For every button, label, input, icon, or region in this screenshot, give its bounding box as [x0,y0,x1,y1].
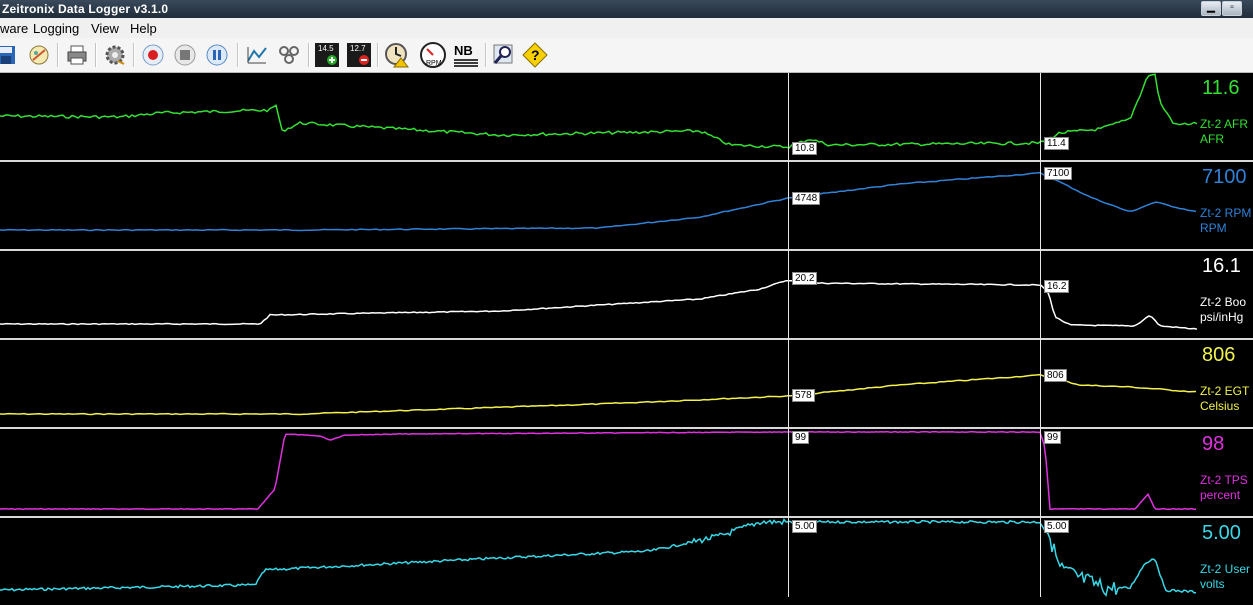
afr-current-value: 11.6 [1202,77,1240,99]
svg-text:NB: NB [454,43,473,58]
tps-current-value: 98 [1202,433,1225,455]
tps-line [0,430,1196,511]
boost-panel: 16.1 Zt-2 Boo psi/inHg [0,251,1253,338]
cursor-a-tps-label: 99 [792,431,810,444]
toolbar-separator [308,43,310,67]
user-current-value: 5.00 [1202,522,1241,544]
cursor-b-tps-label: 99 [1044,431,1062,444]
svg-text:RPM: RPM [426,60,442,67]
toolbar-separator [237,43,239,67]
chart-area[interactable]: 11.6 Zt-2 AFR AFR 7100 Zt-2 RPM RPM 16.1… [0,73,1253,597]
toolbar-separator [377,43,379,67]
settings-gear-icon[interactable] [101,41,129,69]
user-line [0,518,1196,597]
menu-logging[interactable]: Logging [33,21,79,36]
pause-icon[interactable] [203,41,231,69]
boost-trace [0,279,1198,330]
window-title: Zeitronix Data Logger v3.1.0 [2,2,169,16]
afr-channel-unit: AFR [1200,132,1224,146]
svg-text:12.7: 12.7 [350,44,366,53]
cursor-a-user-label: 5.00 [792,520,818,533]
egt-current-value: 806 [1202,344,1236,366]
save-icon[interactable] [0,41,20,69]
toolbar-separator [95,43,97,67]
toolbar-separator [57,43,59,67]
cursor-b-afr-label: 11.4 [1044,137,1069,150]
graph-icon[interactable] [243,41,271,69]
boost-current-value: 16.1 [1202,255,1241,277]
cursor-a-boost-label: 20.2 [792,272,818,285]
tps-channel-unit: percent [1200,488,1241,502]
cursor-b-line[interactable] [1040,73,1041,597]
egt-panel: 806 Zt-2 EGT Celsius [0,340,1253,427]
boost-channel-unit: psi/inHg [1200,310,1244,324]
menu-help[interactable]: Help [130,21,157,36]
nb-icon[interactable]: NB [452,41,480,69]
egt-trace [0,373,1197,416]
cursor-b-boost-label: 16.2 [1044,280,1070,293]
maximize-button[interactable]: ▫ [1222,1,1242,16]
minimize-button[interactable]: ▁ [1201,1,1221,16]
toolbar: 14.5 12.7 RPM NB ? [0,38,1253,73]
egt-channel-unit: Celsius [1200,399,1240,413]
egt-line [0,373,1197,416]
cursor-a-egt-label: 578 [792,389,815,402]
toolbar-separator [485,43,487,67]
help-icon[interactable]: ? [521,41,549,69]
cursor-a-line[interactable] [788,73,789,597]
afr-channel-name: Zt-2 AFR [1200,117,1249,131]
rpm-trace [0,171,1197,232]
rpm-channel-name: Zt-2 RPM [1200,206,1252,220]
record-icon[interactable] [139,41,167,69]
svg-text:14.5: 14.5 [318,44,334,53]
print-icon[interactable] [63,41,91,69]
title-bar: Zeitronix Data Logger v3.1.0 ▁ ▫ [0,0,1253,18]
boost-channel-name: Zt-2 Boo [1200,295,1247,309]
menu-view[interactable]: View [91,21,119,36]
rpm-gauge-icon[interactable]: RPM [419,41,447,69]
tps-channel-name: Zt-2 TPS [1200,473,1248,487]
cursor-a-rpm-label: 4748 [792,192,821,205]
pattern-icon[interactable] [275,41,303,69]
cursor-a-afr-label: 10.8 [792,142,818,155]
user-trace [0,518,1196,597]
svg-text:?: ? [531,47,540,63]
rpm-current-value: 7100 [1202,166,1247,188]
user-channel-unit: volts [1200,577,1225,591]
menu-software[interactable]: ware [0,21,28,36]
toolbar-separator [133,43,135,67]
menu-bar: ware Logging View Help [0,18,1253,38]
data-remove-icon[interactable]: 12.7 [345,41,373,69]
tps-panel: 98 Zt-2 TPS percent [0,429,1253,516]
user-channel-name: Zt-2 User [1200,562,1251,576]
boost-line [0,279,1198,330]
afr-line [0,73,1198,149]
cursor-b-rpm-label: 7100 [1044,167,1073,180]
clock-alert-icon[interactable] [383,41,411,69]
cursor-b-user-label: 5.00 [1044,520,1070,533]
open-log-icon[interactable] [25,41,53,69]
rpm-channel-unit: RPM [1200,221,1227,235]
stop-icon[interactable] [171,41,199,69]
tps-trace [0,430,1196,511]
cursor-b-egt-label: 806 [1044,369,1067,382]
zoom-icon[interactable] [490,41,518,69]
afr-trace [0,73,1198,149]
egt-channel-name: Zt-2 EGT [1200,384,1250,398]
data-add-icon[interactable]: 14.5 [313,41,341,69]
rpm-line [0,171,1197,232]
